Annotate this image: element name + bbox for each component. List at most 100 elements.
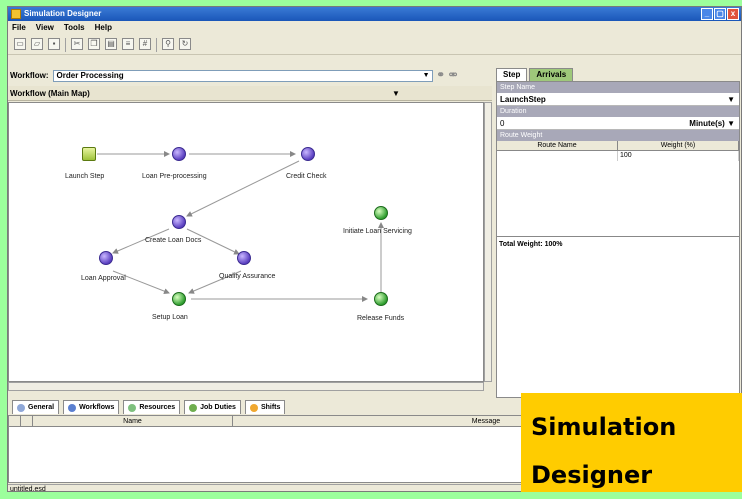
tab-job-duties[interactable]: Job Duties xyxy=(184,400,241,414)
new-icon[interactable]: ▭ xyxy=(14,38,26,50)
app-icon xyxy=(11,9,21,19)
workflows-icon xyxy=(68,403,77,412)
connector-layer xyxy=(97,151,384,302)
properties-body: Step Name LaunchStep ▼ Duration 0 Minute… xyxy=(496,81,740,398)
toolbar-separator xyxy=(65,38,66,52)
zoom-icon[interactable]: ⚲ xyxy=(162,38,174,50)
shifts-icon xyxy=(249,403,258,412)
toolbar: ▭ ▱ ▪ ✂ ❐ ▤ ≡ # ⚲ ↻ xyxy=(8,35,741,55)
node-label: Loan Approval xyxy=(81,275,126,282)
release-funds-node[interactable] xyxy=(374,292,388,306)
title-bar: Simulation Designer _ ▢ x xyxy=(8,7,741,21)
route-table-body: 100 xyxy=(497,151,739,237)
column-header[interactable]: Route Name xyxy=(497,141,618,150)
chevron-down-icon: ▼ xyxy=(422,71,430,79)
copy-icon[interactable]: ❐ xyxy=(88,38,100,50)
tab-label: Workflows xyxy=(79,403,115,411)
menu-tools[interactable]: Tools xyxy=(64,21,85,34)
menu-help[interactable]: Help xyxy=(95,21,112,34)
maximize-button[interactable]: ▢ xyxy=(714,8,726,20)
toolbar-separator xyxy=(156,38,157,52)
paste-icon[interactable]: ▤ xyxy=(105,38,117,50)
route-name-cell[interactable] xyxy=(497,151,618,161)
window-title: Simulation Designer xyxy=(24,9,102,18)
total-weight: Total Weight: 100% xyxy=(499,241,563,248)
node-label: Initiate Loan Servicing xyxy=(343,228,412,235)
refresh-icon[interactable]: ↻ xyxy=(179,38,191,50)
open-icon[interactable]: ▱ xyxy=(31,38,43,50)
column-header[interactable] xyxy=(21,416,33,426)
minimize-button[interactable]: _ xyxy=(701,8,713,20)
workflow-select[interactable]: Order Processing ▼ xyxy=(52,69,433,82)
overlay-title-line1: Simulation xyxy=(531,413,677,441)
save-icon[interactable]: ▪ xyxy=(48,38,60,50)
map-label: Workflow (Main Map) xyxy=(10,89,90,98)
tab-step[interactable]: Step xyxy=(496,68,528,81)
column-header[interactable] xyxy=(9,416,21,426)
node-label: Release Funds xyxy=(357,315,405,322)
properties-tabs: Step Arrivals xyxy=(496,68,740,81)
step-name-value: LaunchStep xyxy=(500,95,546,104)
chevron-down-icon: ▼ xyxy=(392,89,400,98)
node-label: Quality Assurance xyxy=(219,273,276,280)
general-icon xyxy=(17,403,25,412)
table-row[interactable]: 100 xyxy=(497,151,739,161)
step-name-select[interactable]: LaunchStep ▼ xyxy=(497,93,739,106)
loan-preprocessing-node[interactable] xyxy=(172,147,186,161)
close-button[interactable]: x xyxy=(727,8,739,20)
map-selector[interactable]: Workflow (Main Map) ▼ xyxy=(8,86,492,101)
job-duties-icon xyxy=(189,403,198,412)
create-loan-docs-node[interactable] xyxy=(172,215,186,229)
tab-label: Job Duties xyxy=(200,403,236,411)
window-controls: _ ▢ x xyxy=(701,8,739,20)
menu-file[interactable]: File xyxy=(12,21,26,34)
tab-resources[interactable]: Resources xyxy=(123,400,181,414)
properties-panel: Step Arrivals Step Name LaunchStep ▼ Dur… xyxy=(496,68,740,398)
tab-workflows[interactable]: Workflows xyxy=(63,400,120,414)
tab-label: Shifts xyxy=(260,403,281,411)
duration-label: Duration xyxy=(497,106,739,117)
quality-assurance-node[interactable] xyxy=(237,251,251,265)
setup-loan-node[interactable] xyxy=(172,292,186,306)
tab-shifts[interactable]: Shifts xyxy=(244,400,286,414)
cut-icon[interactable]: ✂ xyxy=(71,38,83,50)
launch-step-node[interactable] xyxy=(82,147,96,161)
node-label: Loan Pre-processing xyxy=(142,173,207,180)
node-label: Launch Step xyxy=(65,173,105,180)
menu-bar: File View Tools Help xyxy=(8,21,741,34)
canvas-horizontal-scrollbar[interactable] xyxy=(8,382,484,391)
initiate-loan-servicing-node[interactable] xyxy=(374,206,388,220)
duration-row: 0 Minute(s) ▼ xyxy=(497,117,739,130)
tab-arrivals[interactable]: Arrivals xyxy=(529,68,574,81)
duration-unit: Minute(s) xyxy=(689,119,725,128)
step-name-label: Step Name xyxy=(497,82,739,93)
canvas-vertical-scrollbar[interactable] xyxy=(484,102,492,382)
weight-cell[interactable]: 100 xyxy=(618,151,739,161)
align-icon[interactable]: ≡ xyxy=(122,38,134,50)
duration-unit-select[interactable]: Minute(s) ▼ xyxy=(689,117,735,130)
resources-icon xyxy=(128,403,137,412)
unlink-icon[interactable]: ⚮ xyxy=(449,70,457,81)
credit-check-node[interactable] xyxy=(301,147,315,161)
link-icon[interactable]: ⚭ xyxy=(437,70,445,81)
title-overlay: Simulation Designer xyxy=(521,393,742,492)
tab-general[interactable]: General xyxy=(12,400,60,414)
route-table-header: Route Name Weight (%) xyxy=(497,141,739,151)
workflow-label: Workflow: xyxy=(10,71,49,80)
workflow-canvas[interactable]: Launch Step Loan Pre-processing Credit C… xyxy=(8,102,484,382)
grid-icon[interactable]: # xyxy=(139,38,151,50)
node-label: Credit Check xyxy=(286,173,327,180)
loan-approval-node[interactable] xyxy=(99,251,113,265)
tab-label: Resources xyxy=(139,403,176,411)
column-header[interactable]: Name xyxy=(33,416,233,426)
route-weight-label: Route Weight xyxy=(497,130,739,141)
chevron-down-icon: ▼ xyxy=(727,95,735,104)
workflow-value: Order Processing xyxy=(56,70,124,80)
duration-input[interactable]: 0 xyxy=(500,119,504,128)
node-label: Setup Loan xyxy=(152,314,188,321)
tab-label: General xyxy=(28,403,55,411)
node-label: Create Loan Docs xyxy=(145,237,202,244)
workflow-bar: Workflow: Order Processing ▼ ⚭ ⚮ xyxy=(8,68,492,83)
column-header[interactable]: Weight (%) xyxy=(618,141,739,150)
menu-view[interactable]: View xyxy=(36,21,54,34)
